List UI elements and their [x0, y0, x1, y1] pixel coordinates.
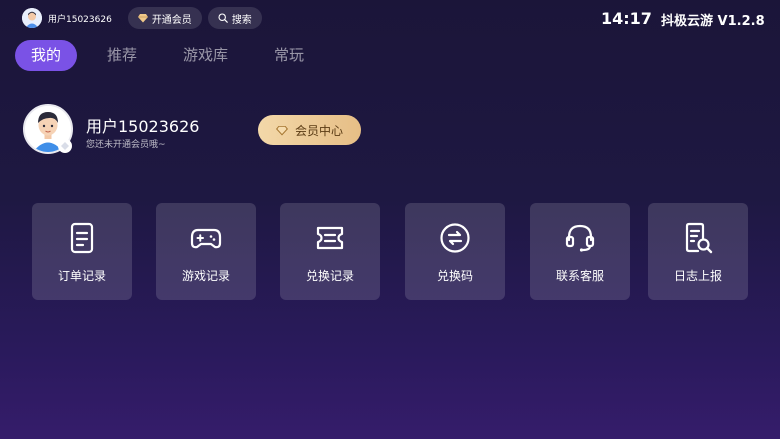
edit-badge-icon [58, 139, 72, 153]
open-vip-label: 开通会员 [151, 14, 192, 26]
ticket-icon [316, 226, 344, 250]
search-label: 搜索 [231, 14, 252, 26]
exchange-icon [440, 223, 470, 253]
tile-customer-service[interactable]: 联系客服 [530, 203, 630, 300]
tile-label: 订单记录 [57, 269, 106, 283]
diamond-icon [275, 125, 288, 136]
tile-exchange-records[interactable]: 兑换记录 [280, 203, 380, 300]
tile-order-records[interactable]: 订单记录 [32, 203, 132, 300]
log-search-icon [685, 222, 713, 254]
open-vip-chip[interactable]: 开通会员 [127, 7, 202, 29]
gamepad-icon [190, 228, 222, 249]
app-title: 抖极云游 V1.2.8 [661, 10, 765, 29]
order-icon [70, 222, 94, 254]
clock: 14:17 [601, 9, 652, 28]
membership-status: 您还未开通会员哦~ [86, 140, 166, 150]
tile-log-report[interactable]: 日志上报 [648, 203, 748, 300]
user-chip[interactable]: 用户15023626 [22, 7, 122, 29]
tile-label: 游戏记录 [181, 269, 230, 283]
app-version: V1.2.8 [717, 14, 765, 29]
search-chip[interactable]: 搜索 [207, 7, 262, 29]
app-name: 抖极云游 [661, 14, 714, 29]
topbar-username: 用户15023626 [48, 14, 112, 25]
tile-game-records[interactable]: 游戏记录 [156, 203, 256, 300]
main-tabs: 我的 推荐 游戏库 常玩 [15, 40, 334, 71]
tile-label: 兑换记录 [305, 269, 354, 283]
mini-avatar [22, 8, 42, 28]
tile-redeem-code[interactable]: 兑换码 [405, 203, 505, 300]
tab-recommend[interactable]: 推荐 [91, 40, 153, 71]
vip-center-button[interactable]: 会员中心 [258, 115, 361, 145]
search-icon [218, 13, 228, 23]
tile-label: 联系客服 [555, 269, 604, 283]
headset-icon [565, 224, 595, 252]
user-avatar-icon [22, 8, 42, 28]
tile-label: 兑换码 [436, 269, 473, 283]
vip-center-label: 会员中心 [294, 123, 343, 138]
tab-mine[interactable]: 我的 [15, 40, 78, 71]
profile-username: 用户15023626 [86, 117, 200, 136]
tile-label: 日志上报 [673, 269, 722, 283]
diamond-icon [137, 13, 148, 23]
tab-game-library[interactable]: 游戏库 [167, 40, 244, 71]
tab-frequent[interactable]: 常玩 [258, 40, 320, 71]
